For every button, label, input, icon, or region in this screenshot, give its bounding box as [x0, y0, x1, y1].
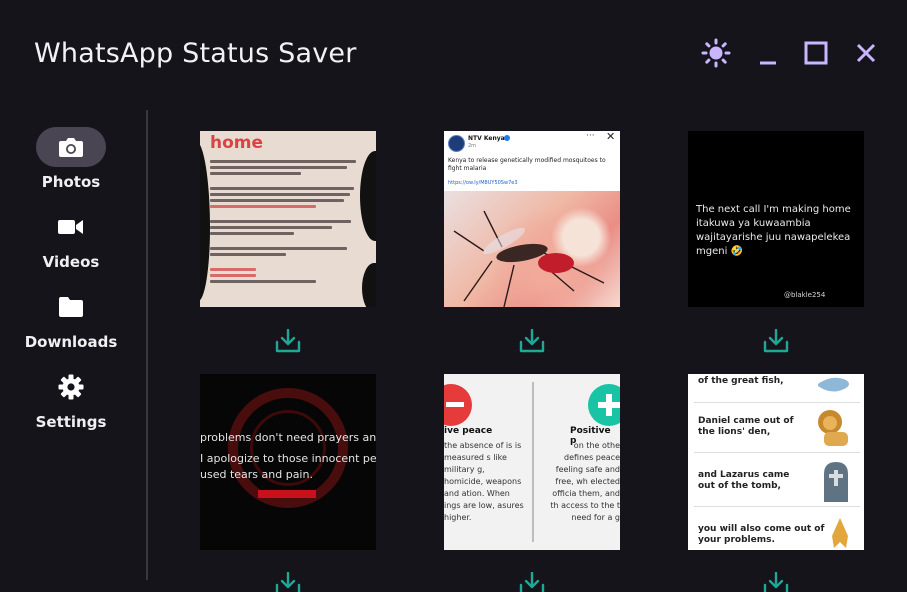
mosquito-photo [444, 191, 620, 307]
sidebar-item-photos[interactable]: Photos [0, 127, 142, 207]
sidebar: Photos Videos Downloads Settings [0, 110, 146, 592]
download-icon [275, 329, 301, 353]
status-thumbnail[interactable]: problems don't need prayers and I apolog… [200, 374, 376, 550]
close-button[interactable] [849, 36, 883, 70]
camera-icon [59, 138, 83, 157]
sidebar-item-label: Videos [42, 253, 100, 271]
list-item: Daniel came out of the lions' den, [694, 406, 860, 453]
list-item: you will also come out of your problems. [694, 510, 860, 550]
minimize-button[interactable] [749, 36, 783, 70]
download-button[interactable] [274, 327, 302, 355]
download-icon [519, 329, 545, 353]
sidebar-item-downloads[interactable]: Downloads [0, 287, 142, 367]
video-camera-icon [58, 220, 83, 234]
red-label-strip [258, 490, 316, 498]
nav-icon-container [36, 287, 106, 327]
status-thumbnail[interactable]: The next call I'm making home itakuwa ya… [688, 131, 864, 307]
download-button[interactable] [518, 327, 546, 355]
title-bar: WhatsApp Status Saver [0, 0, 907, 108]
status-thumbnail[interactable]: home [200, 131, 376, 307]
folder-icon [59, 297, 83, 317]
thumbnail-text-lines [210, 157, 362, 286]
account-avatar [448, 135, 465, 152]
download-icon [275, 572, 301, 592]
sidebar-item-label: Settings [35, 413, 107, 431]
sidebar-item-label: Photos [41, 173, 101, 191]
download-button[interactable] [762, 570, 790, 592]
download-icon [763, 572, 789, 592]
close-post-icon: ✕ [606, 131, 616, 143]
download-icon [519, 572, 545, 592]
left-heading: ive peace [444, 426, 493, 436]
download-button[interactable] [518, 570, 546, 592]
maximize-icon [804, 41, 828, 65]
minimize-icon [760, 61, 776, 65]
status-text: The next call I'm making home itakuwa ya… [696, 204, 851, 257]
sidebar-item-label: Downloads [24, 333, 118, 351]
status-grid: home NTV Kenya 2m ··· ✕ Kenya to release… [170, 110, 907, 592]
account-name: NTV Kenya [468, 135, 505, 142]
lion-icon [818, 410, 848, 446]
status-thumbnail[interactable]: NTV Kenya 2m ··· ✕ Kenya to release gene… [444, 131, 620, 307]
more-options-icon: ··· [586, 131, 595, 141]
left-body: the absence of is is measured s like mil… [444, 441, 524, 522]
nav-icon-container [36, 127, 106, 167]
download-button[interactable] [274, 570, 302, 592]
verified-badge-icon [504, 135, 510, 141]
thumbnail-heading: home [210, 133, 264, 153]
status-thumbnail[interactable]: ive peace Positive p the absence of is i… [444, 374, 620, 550]
close-icon [856, 43, 876, 63]
decorative-shape [360, 151, 376, 241]
fish-icon [818, 377, 849, 392]
theme-toggle-button[interactable] [699, 36, 733, 70]
column-divider [532, 382, 534, 542]
praying-hands-icon [832, 518, 848, 548]
download-icon [763, 329, 789, 353]
post-caption: Kenya to release genetically modified mo… [448, 157, 606, 172]
tiktok-handle: @blakle254 [784, 291, 826, 299]
download-button[interactable] [762, 327, 790, 355]
sun-icon [701, 38, 731, 68]
post-time: 2m [468, 143, 477, 149]
list-item: of the great fish, [694, 374, 860, 403]
status-text: problems don't need prayers and I apolog… [200, 431, 376, 481]
nav-icon-container [36, 207, 106, 247]
list-item: and Lazarus came out of the tomb, [694, 456, 860, 507]
maximize-button[interactable] [799, 36, 833, 70]
post-link: https://ow.ly/M8UY50Sw7e3 [448, 180, 518, 186]
decorative-shape [200, 141, 210, 301]
gear-icon [58, 374, 84, 400]
nav-icon-container [36, 367, 106, 407]
sidebar-divider [146, 110, 148, 580]
tombstone-icon [824, 462, 848, 502]
app-title: WhatsApp Status Saver [34, 38, 357, 69]
right-body: on the othe defines peace feeling safe a… [550, 441, 620, 522]
decorative-shape [362, 263, 376, 307]
sidebar-item-videos[interactable]: Videos [0, 207, 142, 287]
status-thumbnail[interactable]: of the great fish, Daniel came out of th… [688, 374, 864, 550]
sidebar-item-settings[interactable]: Settings [0, 367, 142, 447]
